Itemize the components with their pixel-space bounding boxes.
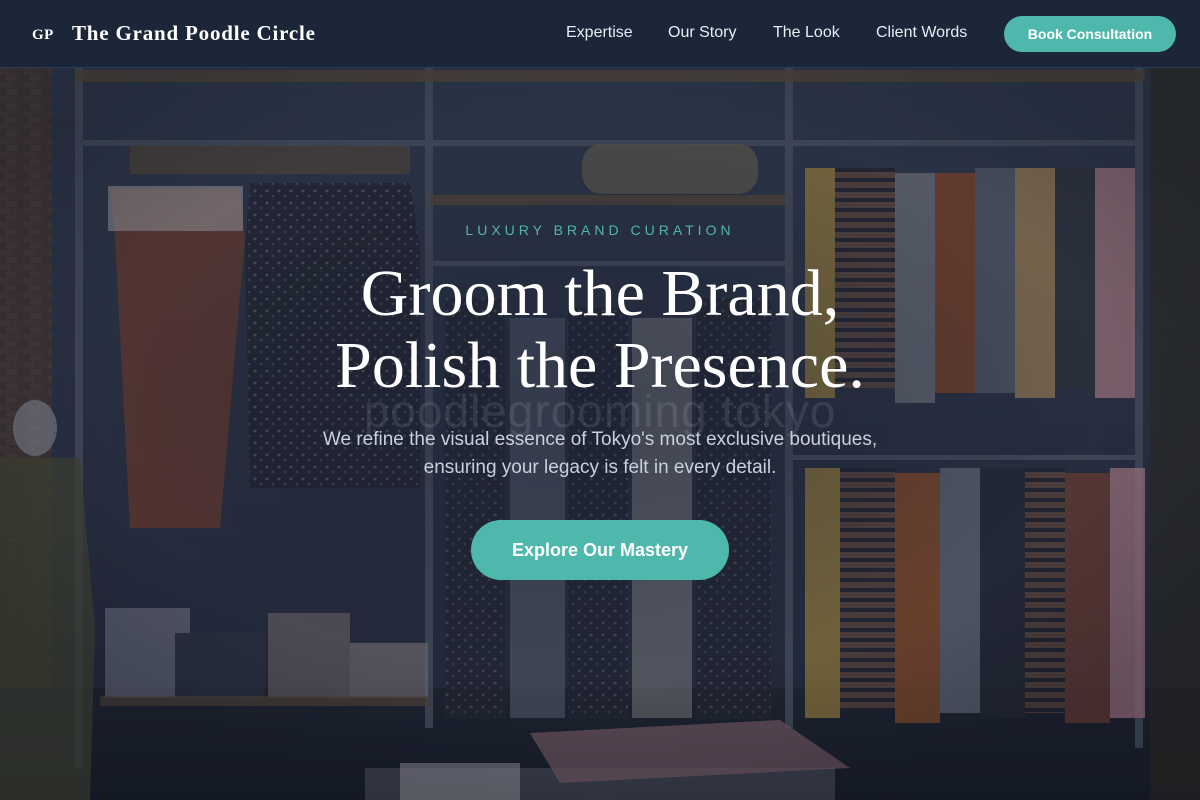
book-consultation-button[interactable]: Book Consultation [1004, 16, 1176, 52]
hero-subtitle: We refine the visual essence of Tokyo's … [250, 426, 950, 482]
hero-headline: Groom the Brand, Polish the Presence. [0, 258, 1200, 402]
hero-subtitle-line-1: We refine the visual essence of Tokyo's … [322, 429, 878, 450]
hero-subtitle-line-2: ensuring your legacy is felt in every de… [423, 457, 777, 478]
nav-link-the-look[interactable]: The Look [773, 24, 840, 42]
explore-mastery-button[interactable]: Explore Our Mastery [471, 520, 729, 580]
hero-section: LUXURY BRAND CURATION Groom the Brand, P… [0, 68, 1200, 800]
landing-page: GP The Grand Poodle Circle Expertise Our… [0, 0, 1200, 800]
nav-link-expertise[interactable]: Expertise [566, 24, 633, 42]
hero-headline-line-1: Groom the Brand, [360, 257, 840, 330]
top-navbar: GP The Grand Poodle Circle Expertise Our… [0, 0, 1200, 68]
nav-link-our-story[interactable]: Our Story [668, 24, 736, 42]
hero-eyebrow: LUXURY BRAND CURATION [465, 222, 735, 238]
nav-link-client-words[interactable]: Client Words [876, 24, 967, 42]
